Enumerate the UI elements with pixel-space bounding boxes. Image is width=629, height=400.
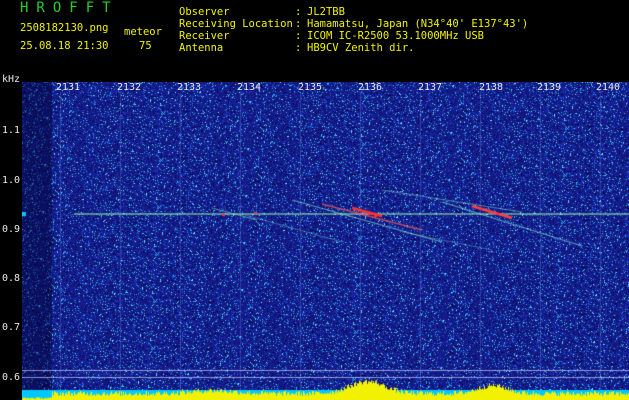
field-value-observer: JL2TBB (307, 6, 345, 18)
y-tick-label: 0.9 (2, 224, 21, 235)
field-label-antenna: Antenna (179, 42, 224, 54)
field-sep: : (295, 18, 302, 30)
field-label-observer: Observer (179, 6, 230, 18)
x-tick-label: 2131 (56, 82, 81, 93)
field-sep: : (295, 6, 302, 18)
brand-title: HROFFT (20, 0, 119, 16)
x-tick-label: 2136 (358, 82, 383, 93)
x-tick-label: 2139 (537, 82, 562, 93)
mode-label: meteor (124, 26, 162, 38)
y-axis-panel (0, 72, 22, 400)
datetime-label: 25.08.18 21:30 (20, 40, 109, 52)
x-tick-label: 2133 (177, 82, 202, 93)
x-tick-label: 2132 (117, 82, 142, 93)
header-panel: HROFFT 2508182130.png 25.08.18 21:30 met… (0, 0, 629, 72)
y-tick-label: 0.8 (2, 273, 21, 284)
y-tick-label: 1.1 (2, 125, 21, 136)
field-label-location: Receiving Location (179, 18, 293, 30)
y-tick-label: 0.7 (2, 322, 21, 333)
field-label-receiver: Receiver (179, 30, 230, 42)
field-value-receiver: ICOM IC-R2500 53.1000MHz USB (307, 30, 485, 42)
count-label: 75 (139, 40, 152, 52)
spectrogram-canvas[interactable] (22, 82, 629, 400)
field-value-location: Hamamatsu, Japan (N34°40' E137°43') (307, 18, 529, 30)
x-tick-label: 2137 (418, 82, 443, 93)
y-tick-label: 1.0 (2, 175, 21, 186)
x-tick-label: 2134 (237, 82, 262, 93)
field-sep: : (295, 30, 302, 42)
filename-label: 2508182130.png (20, 22, 109, 34)
y-tick-label: 0.6 (2, 372, 21, 383)
y-axis-unit: kHz (2, 74, 21, 85)
field-value-antenna: HB9CV Zenith dir. (307, 42, 415, 54)
x-tick-label: 2135 (298, 82, 323, 93)
x-tick-label: 2140 (596, 82, 621, 93)
x-tick-label: 2138 (479, 82, 504, 93)
field-sep: : (295, 42, 302, 54)
